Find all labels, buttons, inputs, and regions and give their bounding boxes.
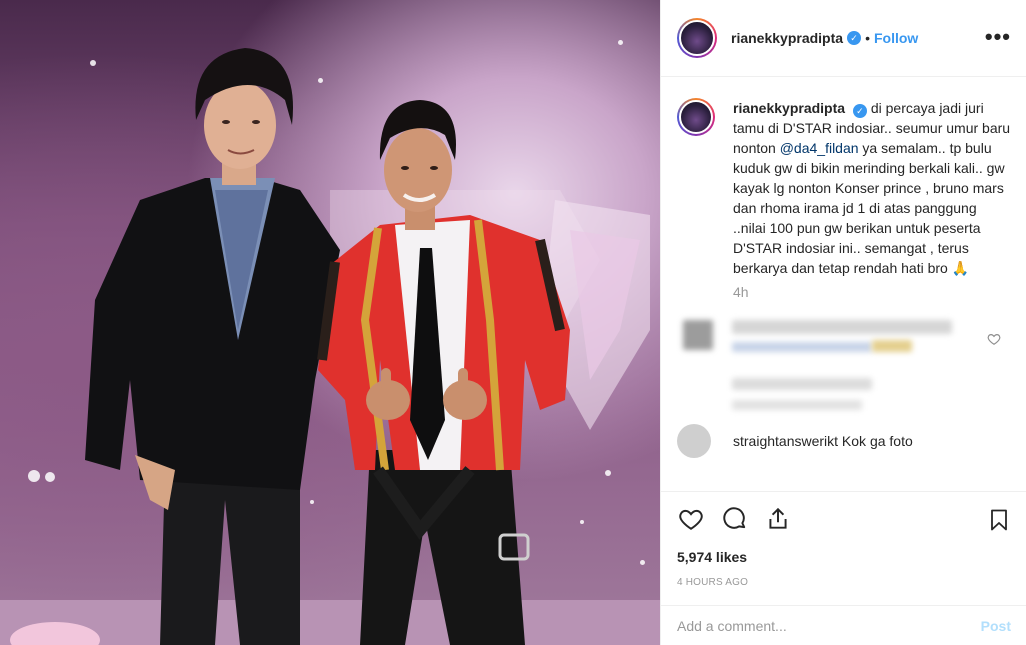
commenter-avatar[interactable]	[677, 424, 711, 458]
caption-time[interactable]: 4h	[733, 284, 1011, 300]
post-sidebar: rianekkypradipta ✓ • Follow ••• rianekky…	[660, 0, 1026, 645]
caption-username[interactable]: rianekkypradipta	[733, 100, 845, 116]
sparkle	[90, 60, 96, 66]
comment-bubble-icon[interactable]	[721, 506, 749, 532]
separator-dot: •	[865, 30, 870, 46]
mention-link[interactable]: @da4_fildan	[780, 140, 859, 156]
verified-badge-icon: ✓	[847, 31, 862, 45]
sparkle	[605, 470, 611, 476]
more-options-icon[interactable]: •••	[985, 26, 1011, 48]
post-header: rianekkypradipta ✓ • Follow •••	[661, 0, 1026, 77]
verified-badge-icon: ✓	[852, 104, 867, 118]
comment-input[interactable]	[677, 617, 981, 634]
sparkle	[640, 560, 645, 565]
blurred-comment	[677, 310, 1011, 420]
blurred-text	[732, 320, 952, 334]
save-bookmark-icon[interactable]	[987, 506, 1011, 534]
like-comment-heart-icon[interactable]	[987, 332, 1001, 346]
sparkle	[28, 470, 40, 482]
sparkle	[45, 472, 55, 482]
caption-body-part2: ya semalam.. tp bulu kuduk gw di bikin m…	[733, 140, 1005, 276]
sparkle	[618, 40, 623, 45]
blurred-emoji	[872, 340, 912, 352]
action-icons	[677, 504, 1011, 536]
share-icon[interactable]	[765, 506, 791, 532]
comment-text: straightanswerikt Kok ga foto	[733, 433, 913, 449]
sparkle	[318, 78, 323, 83]
caption-text: rianekkypradipta ✓ di percaya jadi juri …	[733, 98, 1011, 278]
photo-illustration	[0, 48, 660, 645]
caption-avatar[interactable]	[677, 98, 715, 136]
header-username[interactable]: rianekkypradipta	[731, 30, 843, 46]
blurred-text	[732, 342, 872, 352]
blurred-avatar	[683, 320, 713, 350]
sparkle	[580, 520, 584, 524]
like-heart-icon[interactable]	[677, 506, 705, 532]
blurred-text	[732, 378, 872, 390]
comments-list[interactable]: rianekkypradipta ✓ di percaya jadi juri …	[661, 78, 1026, 490]
post-actions: 5,974 likes 4 HOURS AGO	[661, 491, 1026, 588]
comment-item: straightanswerikt Kok ga foto	[677, 424, 1011, 458]
blurred-text	[732, 400, 862, 410]
post-photo[interactable]	[0, 0, 660, 645]
sparkle	[310, 500, 314, 504]
caption-comment: rianekkypradipta ✓ di percaya jadi juri …	[677, 98, 1011, 278]
post-timestamp[interactable]: 4 HOURS AGO	[677, 577, 1011, 588]
post-comment-button[interactable]: Post	[981, 618, 1011, 634]
avatar[interactable]	[677, 18, 717, 58]
likes-count[interactable]: 5,974 likes	[677, 549, 1011, 565]
follow-button[interactable]: Follow	[874, 30, 918, 46]
comment-composer: Post	[661, 605, 1026, 645]
